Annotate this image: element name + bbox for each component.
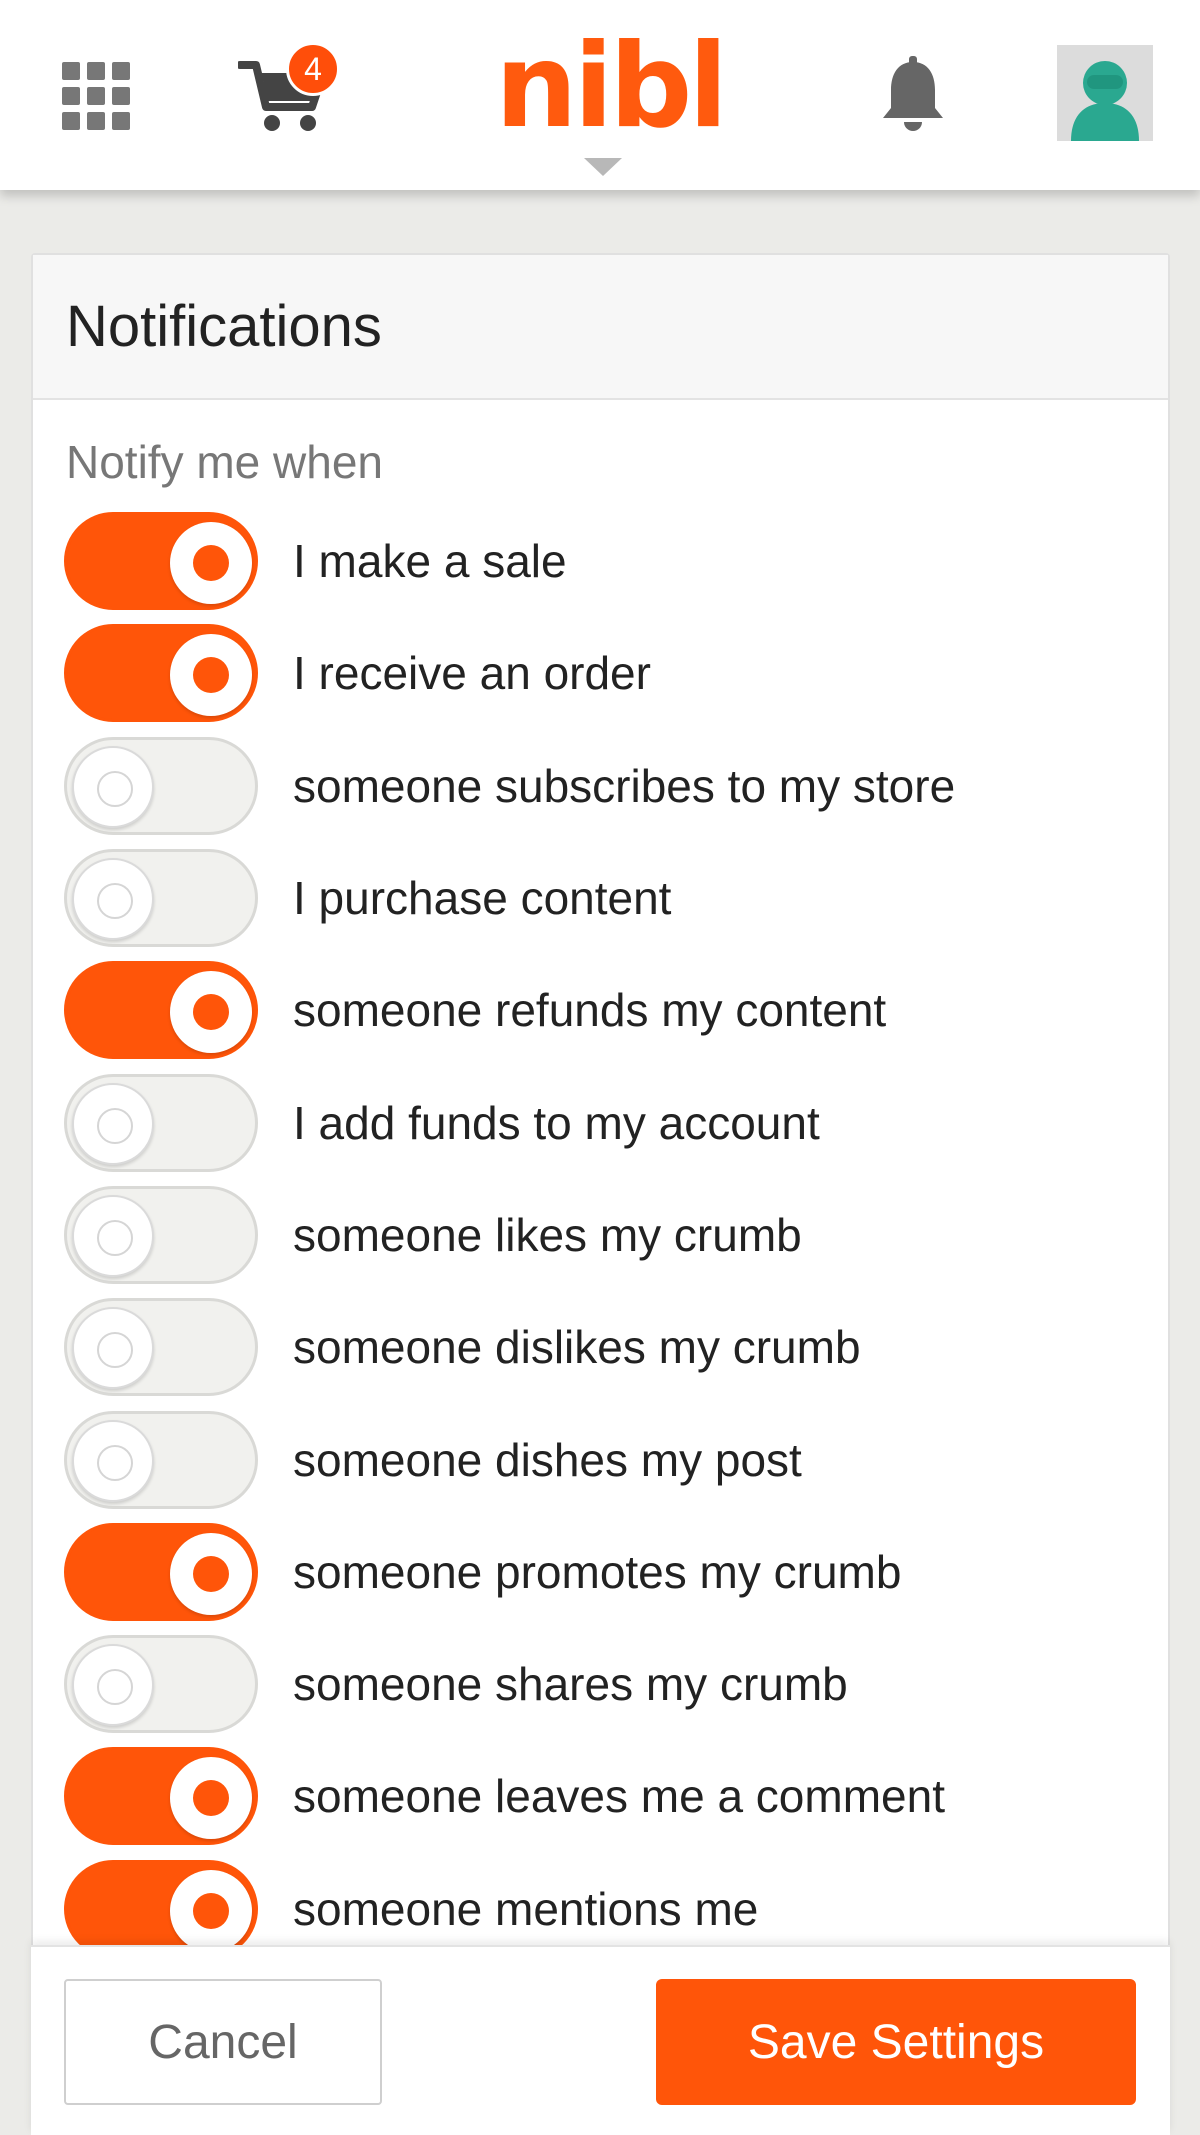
toggle-switch[interactable] bbox=[64, 849, 258, 948]
toggle-knob bbox=[170, 634, 252, 717]
toggle-switch[interactable] bbox=[64, 1635, 258, 1734]
setting-row: someone shares my crumb bbox=[64, 1628, 1164, 1740]
setting-row: someone promotes my crumb bbox=[64, 1516, 1164, 1628]
setting-label: someone dishes my post bbox=[293, 1433, 802, 1486]
toggle-knob bbox=[170, 1532, 252, 1615]
setting-row: I make a sale bbox=[64, 505, 1164, 617]
avatar[interactable] bbox=[1057, 45, 1153, 141]
toggle-switch[interactable] bbox=[64, 961, 258, 1060]
setting-label: someone dislikes my crumb bbox=[293, 1321, 861, 1374]
bell-icon[interactable] bbox=[878, 56, 948, 134]
setting-label: someone likes my crumb bbox=[293, 1208, 802, 1261]
action-footer: Cancel Save Settings bbox=[31, 1945, 1170, 2135]
toggle-knob bbox=[72, 1419, 154, 1502]
page-title: Notifications bbox=[66, 294, 382, 359]
toggle-knob bbox=[170, 1757, 252, 1840]
setting-label: I purchase content bbox=[293, 872, 672, 925]
setting-label: someone shares my crumb bbox=[293, 1658, 848, 1711]
toggle-switch[interactable] bbox=[64, 1747, 258, 1846]
setting-label: I receive an order bbox=[293, 647, 651, 700]
setting-label: someone refunds my content bbox=[293, 984, 887, 1037]
toggle-switch[interactable] bbox=[64, 1410, 258, 1509]
toggle-switch[interactable] bbox=[64, 1522, 258, 1621]
toggle-knob bbox=[72, 745, 154, 828]
setting-row: I add funds to my account bbox=[64, 1066, 1164, 1178]
setting-row: someone dislikes my crumb bbox=[64, 1291, 1164, 1403]
toggle-knob bbox=[72, 1307, 154, 1390]
setting-label: someone subscribes to my store bbox=[293, 759, 956, 812]
toggle-switch[interactable] bbox=[64, 1859, 258, 1958]
apps-grid-icon[interactable] bbox=[62, 62, 130, 130]
top-navigation-bar: 4 nibl bbox=[0, 0, 1200, 190]
setting-row: someone subscribes to my store bbox=[64, 730, 1164, 842]
setting-row: I purchase content bbox=[64, 842, 1164, 954]
setting-row: someone refunds my content bbox=[64, 954, 1164, 1066]
cart-count-badge: 4 bbox=[286, 42, 340, 96]
toggle-switch[interactable] bbox=[64, 512, 258, 611]
notifications-card: Notifications Notify me when I make a sa… bbox=[31, 253, 1170, 2135]
toggle-knob bbox=[170, 1869, 252, 1952]
toggle-knob bbox=[170, 971, 252, 1054]
setting-row: someone dishes my post bbox=[64, 1403, 1164, 1515]
setting-label: I add funds to my account bbox=[293, 1096, 820, 1149]
toggle-knob bbox=[72, 1194, 154, 1277]
toggle-knob bbox=[72, 858, 154, 941]
setting-label: someone mentions me bbox=[293, 1882, 759, 1935]
chevron-down-icon[interactable] bbox=[584, 158, 622, 176]
toggle-knob bbox=[170, 522, 252, 605]
setting-label: I make a sale bbox=[293, 535, 567, 588]
setting-label: someone leaves me a comment bbox=[293, 1770, 945, 1823]
setting-row: someone leaves me a comment bbox=[64, 1740, 1164, 1852]
toggle-knob bbox=[72, 1644, 154, 1727]
nibl-logo[interactable]: nibl bbox=[495, 22, 728, 152]
settings-list: I make a sale I receive an order someone s… bbox=[64, 505, 1164, 1965]
setting-label: someone promotes my crumb bbox=[293, 1545, 902, 1598]
card-header: Notifications bbox=[33, 255, 1168, 400]
toggle-knob bbox=[72, 1082, 154, 1165]
toggle-switch[interactable] bbox=[64, 1185, 258, 1284]
toggle-switch[interactable] bbox=[64, 1073, 258, 1172]
setting-row: someone likes my crumb bbox=[64, 1179, 1164, 1291]
toggle-switch[interactable] bbox=[64, 736, 258, 835]
toggle-switch[interactable] bbox=[64, 624, 258, 723]
section-label: Notify me when bbox=[66, 436, 384, 488]
save-settings-button[interactable]: Save Settings bbox=[656, 1979, 1136, 2105]
toggle-switch[interactable] bbox=[64, 1298, 258, 1397]
cancel-button[interactable]: Cancel bbox=[64, 1979, 382, 2105]
setting-row: I receive an order bbox=[64, 617, 1164, 729]
user-avatar-icon bbox=[1071, 61, 1139, 141]
